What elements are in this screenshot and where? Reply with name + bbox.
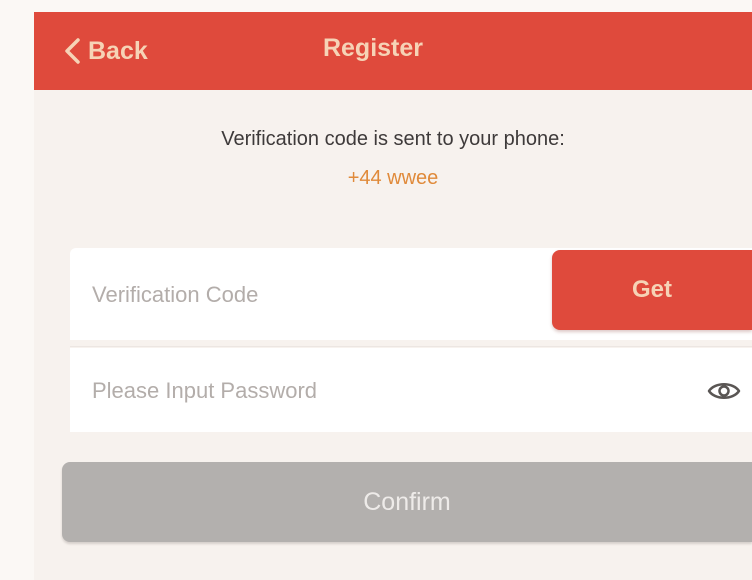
page-title: Register	[322, 34, 424, 62]
screen-top-edge	[0, 0, 752, 12]
verification-notice-text: Verification code is sent to your phone:	[221, 128, 565, 150]
password-input[interactable]	[90, 372, 654, 410]
screen-left-edge	[0, 0, 34, 580]
register-screen: Back Register Verification code is sent …	[0, 0, 752, 580]
eye-icon[interactable]	[706, 378, 742, 404]
verification-notice: Verification code is sent to your phone:…	[34, 128, 752, 190]
confirm-button[interactable]: Confirm	[62, 462, 752, 542]
navigation-bar: Back Register	[34, 12, 752, 90]
get-code-button[interactable]: Get	[552, 250, 752, 330]
field-divider	[70, 346, 752, 347]
verification-code-input[interactable]	[90, 276, 544, 314]
verification-code-row: Get	[70, 248, 752, 340]
password-row	[70, 348, 752, 432]
phone-number: +44 wwee	[347, 167, 439, 189]
